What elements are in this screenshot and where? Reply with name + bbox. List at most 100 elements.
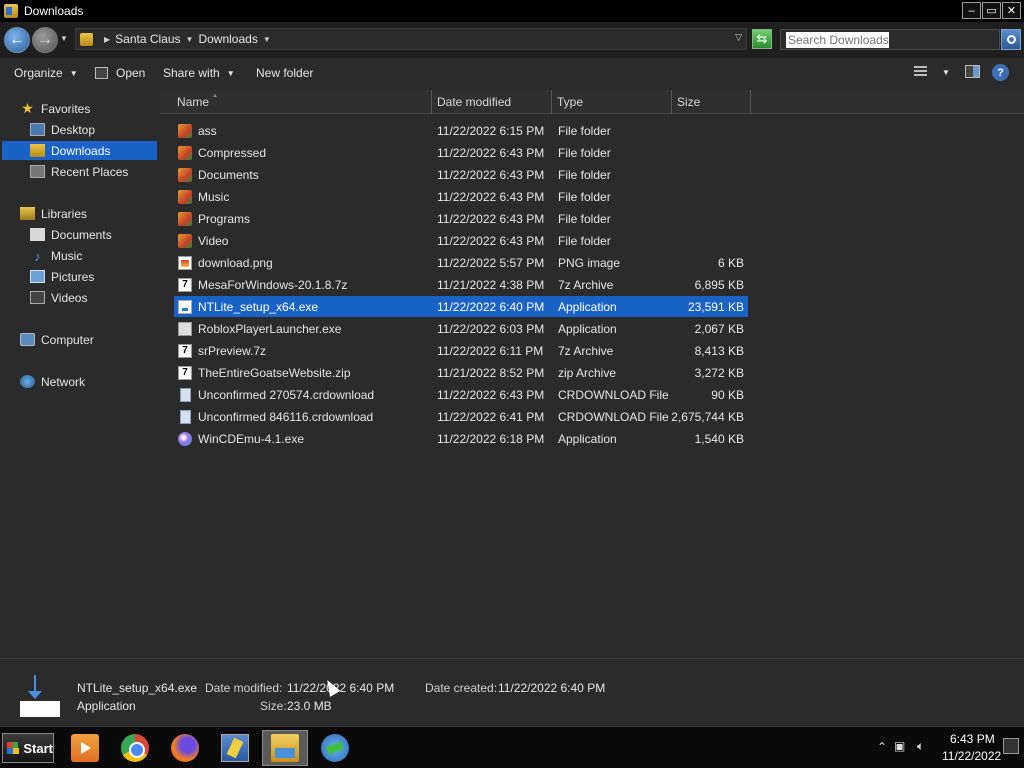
navigation-pane: ★ Favorites Desktop Downloads Recent Plac… [0, 88, 160, 658]
search-box[interactable] [780, 29, 1000, 50]
file-size: 2,675,744 KB [671, 409, 744, 424]
volume-icon[interactable]: 🔈︎ [917, 739, 924, 754]
address-history-dropdown[interactable]: ▽ [735, 32, 742, 43]
nav-libraries[interactable]: Libraries [20, 204, 87, 223]
breadcrumb-downloads[interactable]: Downloads [198, 32, 257, 46]
desktop-icon [30, 123, 45, 136]
file-size: 90 KB [711, 387, 744, 402]
column-header-size[interactable]: Size [672, 90, 751, 114]
file-date: 11/22/2022 6:43 PM [437, 233, 545, 248]
chevron-down-icon: ▼ [226, 68, 235, 78]
nav-music[interactable]: ♪ Music [30, 246, 82, 265]
address-field[interactable]: ▶ Santa Claus ▼ Downloads ▼ ▽ [75, 28, 747, 50]
details-date-modified-value: 11/22/2022 6:40 PM [287, 681, 395, 695]
file-name: WinCDEmu-4.1.exe [198, 431, 305, 446]
taskbar-notes[interactable] [212, 730, 258, 766]
taskbar-download-manager[interactable] [312, 730, 358, 766]
crdownload-file-icon [180, 387, 191, 402]
recent-pages-dropdown[interactable]: ▼ [60, 34, 68, 43]
taskbar-chrome[interactable] [112, 730, 158, 766]
sort-arrow-icon: ▲ [212, 93, 218, 99]
start-button[interactable]: Start [2, 733, 54, 763]
show-desktop-button[interactable] [1003, 738, 1019, 754]
new-folder-button[interactable]: New folder [256, 66, 313, 80]
chevron-down-icon[interactable]: ▼ [263, 35, 271, 44]
new-folder-label: New folder [256, 66, 314, 80]
taskbar-file-explorer[interactable] [262, 730, 308, 766]
maximize-button[interactable]: ▭ [982, 2, 1001, 19]
nav-network[interactable]: Network [20, 372, 85, 391]
preview-pane-icon[interactable] [965, 65, 980, 78]
file-row[interactable]: 7 TheEntireGoatseWebsite.zip 11/21/2022 8:… [174, 362, 748, 383]
file-row[interactable]: Video 11/22/2022 6:43 PM File folder [174, 230, 748, 251]
nav-downloads[interactable]: Downloads [2, 141, 157, 160]
nav-pictures[interactable]: Pictures [30, 267, 94, 286]
window-title: Downloads [24, 4, 84, 18]
chrome-icon [121, 734, 149, 762]
view-options-dropdown[interactable]: ▼ [942, 68, 950, 77]
file-row[interactable]: Documents 11/22/2022 6:43 PM File folder [174, 164, 748, 185]
minimize-button[interactable]: – [962, 2, 981, 19]
details-date-created-value: 11/22/2022 6:40 PM [498, 681, 606, 695]
nav-pictures-label: Pictures [51, 269, 95, 284]
file-row[interactable]: Music 11/22/2022 6:43 PM File folder [174, 186, 748, 207]
start-label: Start [23, 740, 53, 756]
column-header-date-modified[interactable]: Date modified [432, 90, 552, 114]
details-date-created-label: Date created: [425, 681, 498, 695]
nav-favorites[interactable]: ★ Favorites [20, 99, 90, 118]
show-hidden-icons-icon[interactable]: ⌃ [877, 740, 887, 754]
nav-videos[interactable]: Videos [30, 288, 87, 307]
forward-button[interactable]: → [32, 27, 58, 53]
taskbar-media-player[interactable] [62, 730, 108, 766]
column-header-type[interactable]: Type [552, 90, 672, 114]
file-row[interactable]: RobloxPlayerLauncher.exe 11/22/2022 6:03 … [174, 318, 748, 339]
details-size-label: Size: [260, 699, 287, 713]
file-type: Application [558, 431, 617, 446]
computer-icon [20, 333, 35, 346]
search-input[interactable] [786, 31, 889, 48]
file-row[interactable]: ass 11/22/2022 6:15 PM File folder [174, 120, 748, 141]
nav-downloads-label: Downloads [51, 143, 111, 158]
back-button[interactable]: ← [4, 27, 30, 53]
nav-documents[interactable]: Documents [30, 225, 112, 244]
clock-date[interactable]: 11/22/2022 [942, 749, 1001, 763]
file-row[interactable]: Unconfirmed 846116.crdownload 11/22/2022 … [174, 406, 748, 427]
change-view-button[interactable] [914, 66, 927, 76]
search-button[interactable] [1001, 29, 1021, 50]
file-name: NTLite_setup_x64.exe [198, 299, 319, 314]
file-row[interactable]: 7 MesaForWindows-20.1.8.7z 11/21/2022 4:38… [174, 274, 748, 295]
help-icon[interactable]: ? [992, 64, 1009, 81]
file-size: 1,540 KB [694, 431, 744, 446]
column-type-label: Type [557, 95, 584, 109]
share-with-button[interactable]: Share with ▼ [163, 66, 235, 80]
nav-recent-places[interactable]: Recent Places [30, 162, 128, 181]
file-name: MesaForWindows-20.1.8.7z [198, 277, 348, 292]
file-row[interactable]: WinCDEmu-4.1.exe 11/22/2022 6:18 PM Applic… [174, 428, 748, 449]
nav-computer[interactable]: Computer [20, 330, 94, 349]
file-row[interactable]: download.png 11/22/2022 5:57 PM PNG image 6… [174, 252, 748, 273]
file-name: srPreview.7z [198, 343, 267, 358]
file-row[interactable]: Compressed 11/22/2022 6:43 PM File folder [174, 142, 748, 163]
breadcrumb-santa-claus[interactable]: Santa Claus [115, 32, 180, 46]
open-label: Open [116, 66, 146, 80]
refresh-button[interactable]: ⇆ [752, 29, 772, 49]
folder-icon [178, 145, 192, 160]
chevron-down-icon[interactable]: ▼ [186, 35, 194, 44]
chevron-right-icon[interactable]: ▶ [104, 35, 110, 44]
pictures-icon [30, 270, 45, 283]
file-row[interactable]: 7 srPreview.7z 11/22/2022 6:11 PM 7z Archiv… [174, 340, 748, 361]
open-button[interactable]: Open [95, 66, 145, 80]
taskbar-firefox[interactable] [162, 730, 208, 766]
organize-button[interactable]: Organize ▼ [14, 66, 78, 80]
clock-time[interactable]: 6:43 PM [950, 732, 995, 746]
nav-desktop[interactable]: Desktop [30, 120, 95, 139]
file-date: 11/22/2022 6:41 PM [437, 409, 545, 424]
file-date: 11/22/2022 6:40 PM [437, 299, 545, 314]
column-header-name[interactable]: Name ▲ [172, 90, 432, 114]
file-row-selected[interactable]: NTLite_setup_x64.exe 11/22/2022 6:40 PM Ap… [174, 296, 748, 317]
close-button[interactable]: ✕ [1002, 2, 1021, 19]
file-row[interactable]: Unconfirmed 270574.crdownload 11/22/2022 … [174, 384, 748, 405]
network-status-icon[interactable]: ▣ [894, 739, 905, 753]
file-row[interactable]: Programs 11/22/2022 6:43 PM File folder [174, 208, 748, 229]
folder-icon [178, 167, 192, 182]
